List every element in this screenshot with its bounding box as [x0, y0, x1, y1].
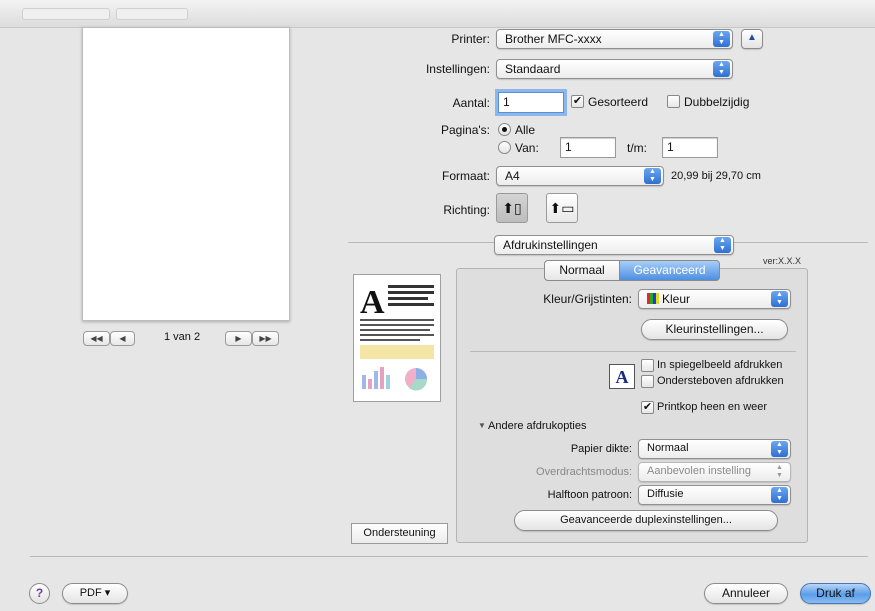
color-settings-button[interactable]: Kleurinstellingen... — [641, 319, 788, 340]
duplex-settings-button[interactable]: Geavanceerde duplexinstellingen... — [514, 510, 778, 531]
first-page-button[interactable]: ◀◀ — [83, 331, 110, 346]
copies-field[interactable]: 1 — [498, 92, 564, 113]
mirror-print-checkbox[interactable] — [641, 359, 654, 372]
footer-divider — [30, 556, 868, 557]
disclosure-triangle-button[interactable]: ▲ — [741, 29, 763, 49]
portrait-orientation-button[interactable]: ⬆▯ — [496, 193, 528, 223]
paper-size-select[interactable]: A4 ▲ ▼ — [496, 166, 664, 186]
chevron-updown-icon: ▲ ▼ — [771, 441, 788, 457]
other-options-label[interactable]: Andere afdrukopties — [488, 420, 586, 432]
paper-thickness-label: Papier dikte: — [570, 443, 632, 455]
presets-value: Standaard — [505, 62, 561, 76]
ghost-toolbar-item — [116, 8, 188, 20]
landscape-orientation-button[interactable]: ⬆▭ — [546, 193, 578, 223]
pages-range-radio[interactable] — [498, 141, 511, 154]
reverse-print-label: Ondersteboven afdrukken — [657, 375, 784, 387]
chevron-updown-icon: ▲ ▼ — [644, 168, 661, 184]
chevron-updown-icon: ▲ ▼ — [713, 61, 730, 77]
pages-from-label: Van: — [515, 141, 539, 155]
pages-from-field[interactable]: 1 — [560, 137, 616, 158]
next-page-button[interactable]: ▶ — [225, 331, 252, 346]
copies-label: Aantal: — [452, 96, 490, 110]
previous-page-button[interactable]: ◀ — [110, 331, 135, 346]
panel-divider — [470, 351, 796, 352]
color-mode-select[interactable]: Kleur ▲ ▼ — [638, 289, 791, 309]
chevron-updown-icon: ▲ ▼ — [776, 464, 783, 479]
last-page-button[interactable]: ▶▶ — [252, 331, 279, 346]
pages-all-radio[interactable] — [498, 123, 511, 136]
printer-label: Printer: — [451, 32, 490, 46]
tab-normaal[interactable]: Normaal — [544, 260, 620, 281]
presets-select[interactable]: Standaard ▲ ▼ — [496, 59, 733, 79]
reverse-print-checkbox[interactable] — [641, 375, 654, 388]
svg-text:A: A — [360, 284, 385, 321]
landscape-icon: ⬆▭ — [549, 200, 575, 216]
pages-to-label: t/m: — [627, 141, 647, 155]
mirror-print-label: In spiegelbeeld afdrukken — [657, 359, 783, 371]
paper-size-value: A4 — [505, 169, 520, 183]
two-sided-label: Dubbelzijdig — [684, 95, 750, 109]
halftone-value: Diffusie — [647, 488, 684, 500]
disclosure-expanded-icon[interactable]: ▼ — [478, 421, 486, 430]
pdf-menu-button[interactable]: PDF ▾ — [62, 583, 128, 604]
paper-thickness-value: Normaal — [647, 442, 689, 454]
transfer-mode-label: Overdrachtsmodus: — [536, 466, 632, 478]
page-counter: 1 van 2 — [164, 331, 201, 343]
chevron-updown-icon: ▲ ▼ — [713, 31, 730, 47]
window-title-strip — [0, 0, 875, 28]
halftone-select[interactable]: Diffusie ▲ ▼ — [638, 485, 791, 505]
document-thumbnail: A — [353, 274, 441, 402]
paper-thickness-select[interactable]: Normaal ▲ ▼ — [638, 439, 791, 459]
help-button[interactable]: ? — [29, 583, 50, 604]
chevron-updown-icon: ▲ ▼ — [771, 291, 788, 307]
page-preview — [82, 27, 290, 321]
pane-select-value: Afdrukinstellingen — [503, 238, 598, 252]
color-mode-value: Kleur — [662, 292, 691, 306]
transfer-mode-select: Aanbevolen instelling ▲ ▼ — [638, 462, 791, 482]
print-button[interactable]: Druk af — [800, 583, 871, 604]
cancel-button[interactable]: Annuleer — [704, 583, 788, 604]
transfer-mode-value: Aanbevolen instelling — [647, 465, 751, 477]
collated-checkbox[interactable]: ✔ — [571, 95, 584, 108]
presets-label: Instellingen: — [425, 62, 490, 76]
orientation-label: Richting: — [443, 203, 490, 217]
bidirectional-print-label: Printkop heen en weer — [657, 401, 768, 413]
pages-to-field[interactable]: 1 — [662, 137, 718, 158]
pages-label: Pagina's: — [441, 123, 490, 137]
driver-version: ver:X.X.X — [763, 256, 802, 266]
color-bars-icon — [647, 293, 659, 304]
chevron-updown-icon: ▲ ▼ — [771, 487, 788, 503]
chevron-updown-icon: ▲ ▼ — [714, 237, 731, 253]
ghost-toolbar-item — [22, 8, 110, 20]
pages-all-label: Alle — [515, 123, 536, 137]
tab-geavanceerd[interactable]: Geavanceerd — [619, 260, 720, 281]
color-mode-label: Kleur/Grijstinten: — [543, 292, 632, 306]
collated-label: Gesorteerd — [588, 95, 649, 109]
portrait-icon: ⬆▯ — [502, 200, 522, 216]
support-button[interactable]: Ondersteuning — [351, 523, 448, 544]
printer-value: Brother MFC-xxxx — [505, 32, 602, 46]
paper-dimensions: 20,99 bij 29,70 cm — [671, 170, 761, 182]
letter-a-icon: A — [609, 364, 635, 389]
bidirectional-print-checkbox[interactable]: ✔ — [641, 401, 654, 414]
two-sided-checkbox[interactable] — [667, 95, 680, 108]
printer-select[interactable]: Brother MFC-xxxx ▲ ▼ — [496, 29, 733, 49]
paper-size-label: Formaat: — [441, 169, 490, 183]
help-icon: ? — [35, 586, 44, 600]
halftone-label: Halftoon patroon: — [547, 489, 632, 501]
pane-select[interactable]: Afdrukinstellingen ▲ ▼ — [494, 235, 734, 255]
